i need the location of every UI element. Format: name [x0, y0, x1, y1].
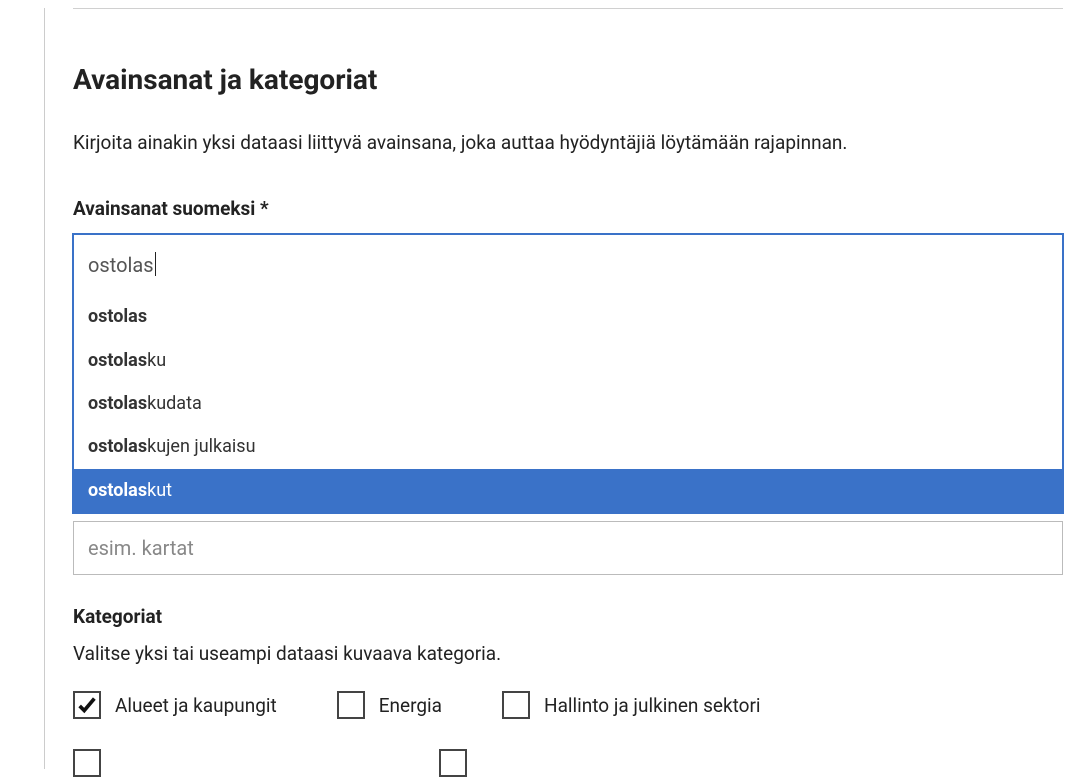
category-label: Alueet ja kaupungit — [115, 694, 277, 717]
category-option: Hallinto ja julkinen sektori — [502, 691, 761, 719]
keywords-suggestion-list: ostolasostolaskuostolaskudataostolaskuje… — [74, 294, 1062, 512]
category-checkbox[interactable] — [502, 691, 530, 719]
keywords-suggestion-item[interactable]: ostolaskut — [74, 469, 1062, 512]
keywords-input[interactable]: ostolas — [74, 235, 1062, 295]
keywords-secondary-placeholder: esim. kartat — [88, 536, 194, 560]
keywords-suggestion-item[interactable]: ostolas — [74, 295, 1062, 338]
categories-description: Valitse yksi tai useampi dataasi kuvaava… — [73, 642, 1063, 665]
category-checkbox[interactable] — [73, 749, 101, 777]
divider — [73, 8, 1063, 9]
keywords-suggestion-item[interactable]: ostolaskujen julkaisu — [74, 425, 1062, 468]
categories-label: Kategoriat — [73, 605, 1063, 628]
form-page: Avainsanat ja kategoriat Kirjoita ainaki… — [44, 8, 1091, 769]
keywords-suggestion-item[interactable]: ostolasku — [74, 339, 1062, 382]
category-label: Hallinto ja julkinen sektori — [544, 694, 761, 717]
section-description: Kirjoita ainakin yksi dataasi liittyvä a… — [73, 130, 1063, 157]
category-label: Energia — [379, 694, 442, 717]
category-checkbox[interactable] — [337, 691, 365, 719]
keywords-suggestion-item[interactable]: ostolaskudata — [74, 382, 1062, 425]
category-checkbox[interactable] — [73, 691, 101, 719]
text-cursor — [155, 252, 156, 276]
category-option: Alueet ja kaupungit — [73, 691, 277, 719]
check-icon — [76, 694, 98, 716]
keywords-secondary-input[interactable]: esim. kartat — [73, 521, 1063, 575]
keywords-label: Avainsanat suomeksi * — [73, 197, 1063, 220]
categories-row: Alueet ja kaupungit Energia Hallinto ja ju… — [73, 691, 1063, 719]
section-title: Avainsanat ja kategoriat — [73, 63, 1063, 96]
keywords-combobox: ostolas ostolasostolaskuostolaskudataost… — [73, 234, 1063, 576]
category-checkbox[interactable] — [439, 749, 467, 777]
categories-row-cutoff: placeholder placeholder — [73, 749, 1063, 777]
category-option: Energia — [337, 691, 442, 719]
